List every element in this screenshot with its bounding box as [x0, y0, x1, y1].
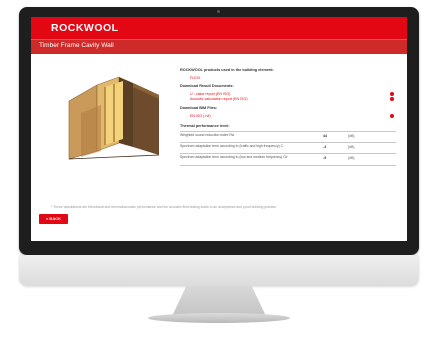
brand-header: ROCKWOOL	[31, 17, 407, 39]
document-link[interactable]: Acoustic calculation report (EN ISO)	[190, 97, 248, 101]
download-icon[interactable]	[390, 114, 394, 118]
bim-link[interactable]: EN ISO (.rvt)	[190, 114, 211, 118]
performance-unit: [dB]	[348, 134, 355, 138]
performance-label: Spectrum adaptation term according to (t…	[180, 143, 284, 148]
document-item[interactable]: Acoustic calculation report (EN ISO)	[180, 97, 396, 102]
performance-label: Spectrum adaptation term according to (l…	[180, 154, 288, 159]
monitor-chin	[19, 255, 419, 286]
performance-unit: [dB]	[348, 145, 355, 149]
download-icon[interactable]	[390, 92, 394, 96]
back-button[interactable]: < BACK	[39, 214, 68, 224]
screen: ROCKWOOL Timber Frame Cavity Wall ROCKWO…	[31, 17, 407, 241]
page-title: Timber Frame Cavity Wall	[39, 42, 114, 49]
performance-unit: [dB]	[348, 156, 355, 160]
product-link[interactable]: FLEXI	[190, 76, 200, 80]
rockwool-logo[interactable]: ROCKWOOL	[51, 22, 119, 34]
downloads-heading: Download Result Documents:	[180, 84, 234, 88]
footnote: * These calculations are theoretical and…	[51, 205, 277, 209]
title-bar: Timber Frame Cavity Wall	[31, 39, 407, 54]
download-icon[interactable]	[390, 97, 394, 101]
camera-dot	[217, 10, 220, 13]
products-heading: ROCKWOOL products used in the building e…	[180, 68, 274, 72]
bim-item[interactable]: EN ISO (.rvt)	[180, 114, 396, 119]
performance-value: -4	[323, 145, 327, 149]
document-link[interactable]: U - value report (EN ISO)	[190, 92, 230, 96]
wall-section-image	[68, 76, 160, 160]
performance-value: 44	[323, 134, 327, 138]
performance-heading: Thermal performance level:	[180, 124, 230, 128]
performance-label: Weighted sound reduction index Rw	[180, 132, 235, 137]
monitor-bezel: ROCKWOOL Timber Frame Cavity Wall ROCKWO…	[19, 7, 419, 255]
table-row: Spectrum adaptation term according to (l…	[180, 153, 396, 166]
monitor-stand-foot	[148, 313, 290, 323]
performance-value: -9	[323, 156, 327, 160]
bim-heading: Download BIM Files:	[180, 106, 218, 110]
monitor-stand-neck	[172, 286, 266, 316]
